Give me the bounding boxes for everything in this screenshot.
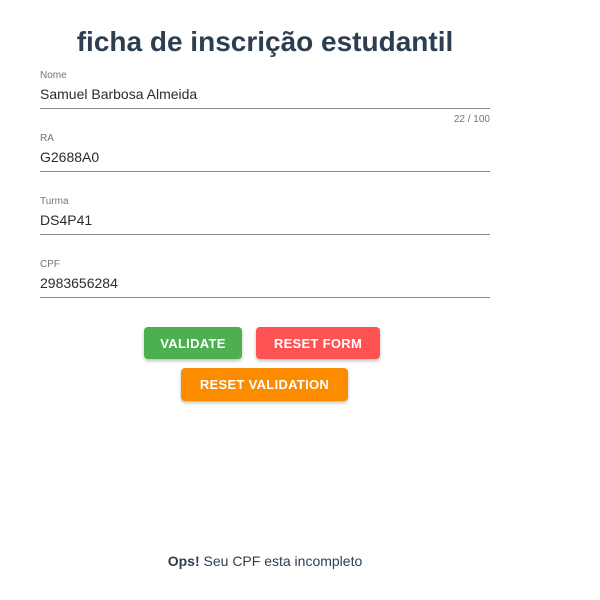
nome-input[interactable] [40, 82, 490, 109]
nome-field-group: Nome 22 / 100 [40, 70, 490, 125]
validation-message: Ops! Seu CPF esta incompleto [0, 553, 530, 569]
reset-form-button[interactable]: RESET FORM [256, 327, 380, 359]
reset-validation-button[interactable]: RESET VALIDATION [181, 368, 348, 401]
cpf-input[interactable] [40, 271, 490, 298]
turma-field-group: Turma [40, 196, 490, 235]
page-title: ficha de inscrição estudantil [76, 26, 454, 57]
ra-label: RA [40, 133, 54, 144]
cpf-label: CPF [40, 259, 60, 270]
ra-field-group: RA [40, 133, 490, 172]
nome-label: Nome [40, 70, 67, 81]
nome-char-counter: 22 / 100 [453, 114, 490, 125]
cpf-field-group: CPF [40, 259, 490, 298]
validate-button[interactable]: VALIDATE [144, 327, 242, 359]
registration-page: ficha de inscrição estudantil Nome 22 / … [0, 0, 600, 600]
ra-input[interactable] [40, 145, 490, 172]
turma-label: Turma [40, 196, 69, 207]
message-prefix: Ops! [167, 553, 200, 569]
message-text: Seu CPF esta incompleto [199, 553, 363, 569]
turma-input[interactable] [40, 208, 490, 235]
